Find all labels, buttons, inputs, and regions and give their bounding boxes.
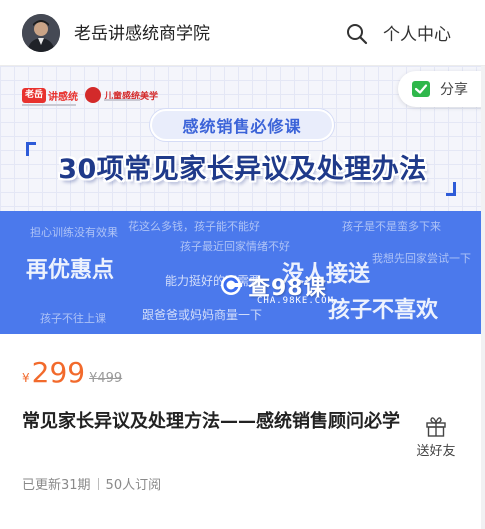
brand-a-subline	[22, 104, 76, 106]
gift-label: 送好友	[416, 444, 456, 459]
price-currency: ¥	[22, 371, 30, 385]
watermark-phrase: 孩子不往上课	[40, 312, 106, 325]
page-right-edge	[481, 66, 485, 529]
top-header: 老岳讲感统商学院 个人中心	[0, 0, 485, 66]
current-price: 299	[31, 356, 86, 389]
brand-logo-partner: 儿童感统美学	[85, 84, 158, 106]
site-title: 老岳讲感统商学院	[74, 24, 210, 44]
course-title: 常见家长异议及处理方法——感统销售顾问必学	[22, 411, 400, 432]
cha98ke-logo-url: CHA.98KE.COM	[257, 296, 335, 306]
gift-icon	[426, 417, 446, 437]
meta-divider	[97, 477, 99, 490]
watermark-phrase: 能力挺好的不需要	[165, 274, 262, 288]
user-center-link[interactable]: 个人中心	[383, 23, 451, 47]
price-row: ¥ 299 ¥499	[22, 356, 122, 390]
search-icon[interactable]	[346, 23, 368, 45]
watermark-phrase: 花这么多钱，孩子能不能好	[128, 220, 260, 233]
course-banner[interactable]: 老岳 讲感统 儿童感统美学 分享 感统销售必修课 30项常见家长异议及处理办法 …	[0, 66, 485, 334]
brand-a-text: 讲感统	[48, 91, 79, 103]
share-button[interactable]: 分享	[398, 71, 485, 107]
watermark-phrase: 孩子不喜欢	[328, 298, 439, 323]
subscriber-count: 50人订阅	[105, 478, 162, 493]
brand-a-mark: 老岳	[22, 87, 47, 103]
brand-logo-laoyue: 老岳 讲感统	[22, 84, 78, 106]
watermark-phrase: 孩子最近回家情绪不好	[180, 240, 290, 253]
page: 老岳讲感统商学院 个人中心 老岳 讲感统 儿童感统美学 分享 感统销售必修课 3…	[0, 0, 485, 529]
course-meta: 已更新31期 50人订阅	[22, 474, 161, 493]
brand-b-mark	[85, 87, 101, 103]
product-info: ¥ 299 ¥499 常见家长异议及处理方法——感统销售顾问必学 送好友 已更新…	[0, 334, 485, 529]
watermark-phrase: 孩子是不是蛮多下来	[342, 220, 441, 233]
watermark-phrase: 担心训练没有效果	[30, 226, 118, 239]
share-icon	[412, 81, 430, 97]
gift-to-friend-button[interactable]: 送好友	[412, 414, 460, 459]
updated-count: 已更新31期	[22, 478, 91, 493]
cha98ke-logo-icon	[221, 275, 242, 295]
banner-title: 30项常见家长异议及处理办法	[58, 154, 427, 185]
brand-b-subline	[104, 99, 140, 101]
watermark-phrase: 再优惠点	[26, 258, 115, 283]
watermark-phrase: 跟爸爸或妈妈商量一下	[142, 308, 263, 322]
avatar[interactable]	[22, 14, 60, 52]
course-tag: 感统销售必修课	[150, 109, 334, 141]
share-label: 分享	[440, 82, 468, 98]
watermark-phrase: 我想先回家尝试一下	[372, 252, 471, 265]
original-price: ¥499	[89, 371, 123, 386]
